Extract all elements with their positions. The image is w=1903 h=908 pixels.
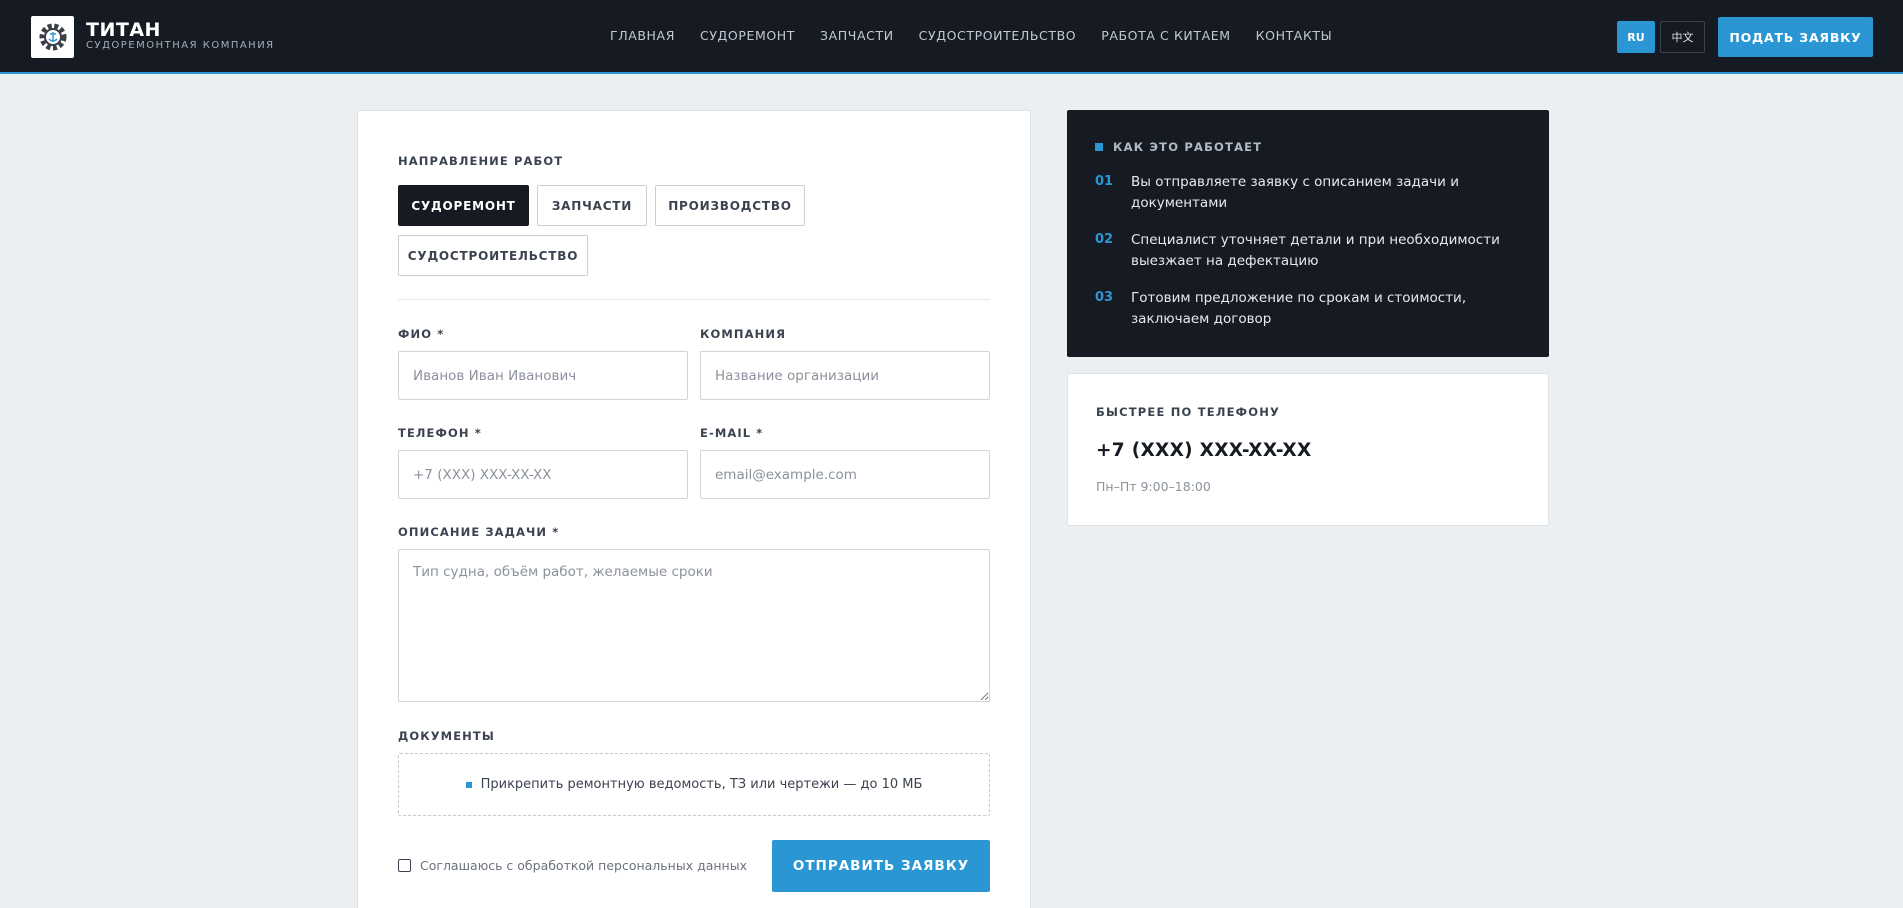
how-it-works-title: КАК ЭТО РАБОТАЕТ: [1095, 140, 1262, 154]
step-item: 03 Готовим предложение по срокам и стоим…: [1095, 288, 1525, 330]
step-text: Специалист уточняет детали и при необход…: [1131, 232, 1500, 269]
bullet-square-icon: [465, 781, 472, 788]
email-field[interactable]: [700, 450, 990, 499]
phone-panel: БЫСТРЕЕ ПО ТЕЛЕФОНУ +7 (XXX) XXX-XX-XX П…: [1067, 373, 1549, 526]
task-label: ОПИСАНИЕ ЗАДАЧИ *: [398, 525, 560, 539]
phone-field[interactable]: [398, 450, 688, 499]
nav-item-parts[interactable]: ЗАПЧАСТИ: [820, 28, 894, 43]
request-form: НАПРАВЛЕНИЕ РАБОТ СУДОРЕМОНТ ЗАПЧАСТИ ПР…: [357, 110, 1031, 908]
email-label: E-MAIL *: [700, 426, 764, 440]
chip-shipbuilding[interactable]: СУДОСТРОИТЕЛЬСТВО: [398, 235, 588, 276]
step-number: 02: [1095, 232, 1114, 247]
lang-zh-button[interactable]: 中文: [1660, 21, 1705, 53]
working-hours: Пн–Пт 9:00–18:00: [1096, 479, 1211, 494]
step-item: 02 Специалист уточняет детали и при необ…: [1095, 230, 1525, 272]
company-field[interactable]: [700, 351, 990, 400]
phone-number-link[interactable]: +7 (XXX) XXX-XX-XX: [1096, 440, 1312, 461]
file-upload-dropzone[interactable]: Прикрепить ремонтную ведомость, ТЗ или ч…: [398, 753, 990, 816]
nav-item-contacts[interactable]: КОНТАКТЫ: [1256, 28, 1333, 43]
nav-item-shipbuilding[interactable]: СУДОСТРОИТЕЛЬСТВО: [919, 28, 1077, 43]
name-label: ФИО *: [398, 327, 445, 341]
name-field[interactable]: [398, 351, 688, 400]
nav-item-china[interactable]: РАБОТА С КИТАЕМ: [1101, 28, 1230, 43]
step-number: 01: [1095, 174, 1114, 189]
brand-subtitle: СУДОРЕМОНТНАЯ КОМПАНИЯ: [86, 40, 275, 51]
consent-row: Соглашаюсь с обработкой персональных дан…: [398, 858, 747, 873]
gear-anchor-icon: [39, 23, 66, 51]
how-title-text: КАК ЭТО РАБОТАЕТ: [1113, 140, 1263, 154]
logo[interactable]: [31, 16, 74, 58]
chip-ship-repair[interactable]: СУДОРЕМОНТ: [398, 185, 529, 226]
submit-request-button[interactable]: ПОДАТЬ ЗАЯВКУ: [1718, 17, 1873, 57]
divider: [398, 299, 990, 300]
documents-label: ДОКУМЕНТЫ: [398, 729, 495, 743]
consent-checkbox[interactable]: [398, 859, 411, 872]
send-request-button[interactable]: ОТПРАВИТЬ ЗАЯВКУ: [772, 840, 990, 892]
chip-parts[interactable]: ЗАПЧАСТИ: [537, 185, 647, 226]
consent-label[interactable]: Соглашаюсь с обработкой персональных дан…: [420, 858, 747, 873]
phone-label: ТЕЛЕФОН *: [398, 426, 482, 440]
nav-item-ship-repair[interactable]: СУДОРЕМОНТ: [700, 28, 795, 43]
chip-production[interactable]: ПРОИЗВОДСТВО: [655, 185, 805, 226]
company-label: КОМПАНИЯ: [700, 327, 787, 341]
direction-label: НАПРАВЛЕНИЕ РАБОТ: [398, 154, 564, 168]
step-text: Готовим предложение по срокам и стоимост…: [1131, 290, 1467, 327]
nav-item-home[interactable]: ГЛАВНАЯ: [610, 28, 675, 43]
upload-hint: Прикрепить ремонтную ведомость, ТЗ или ч…: [480, 777, 923, 792]
brand-name: ТИТАН: [86, 19, 161, 41]
step-item: 01 Вы отправляете заявку с описанием зад…: [1095, 172, 1525, 214]
task-description-field[interactable]: [398, 549, 990, 702]
phone-panel-label: БЫСТРЕЕ ПО ТЕЛЕФОНУ: [1096, 405, 1281, 419]
lang-ru-button[interactable]: RU: [1617, 21, 1655, 53]
step-text: Вы отправляете заявку с описанием задачи…: [1131, 174, 1459, 211]
step-number: 03: [1095, 290, 1114, 305]
how-it-works-panel: КАК ЭТО РАБОТАЕТ 01 Вы отправляете заявк…: [1067, 110, 1549, 357]
main-nav: ГЛАВНАЯ СУДОРЕМОНТ ЗАПЧАСТИ СУДОСТРОИТЕЛ…: [610, 28, 1332, 43]
site-header: ТИТАН СУДОРЕМОНТНАЯ КОМПАНИЯ ГЛАВНАЯ СУД…: [0, 0, 1903, 74]
bullet-square-icon: [1095, 143, 1103, 151]
